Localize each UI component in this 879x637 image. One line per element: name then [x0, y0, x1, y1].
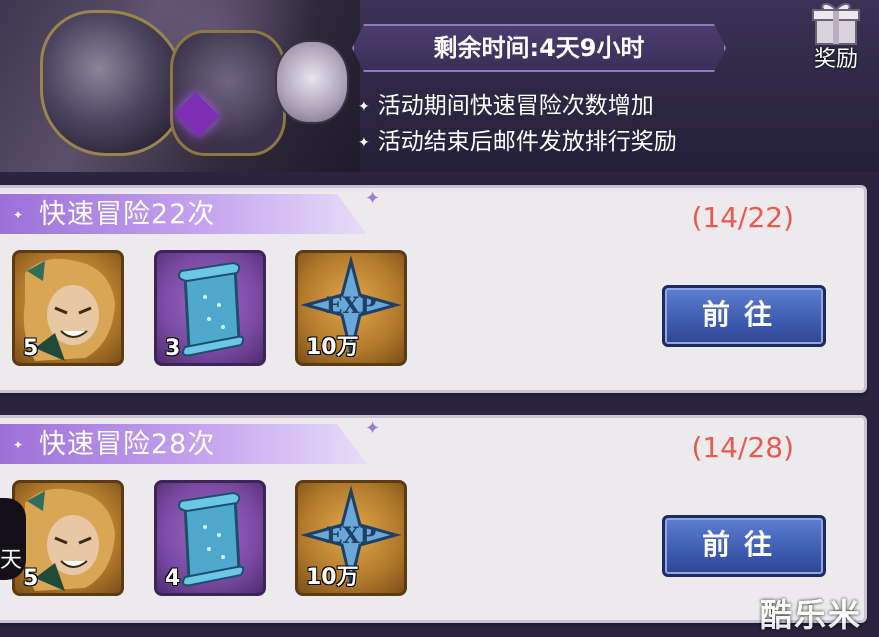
- reward-label: 奖励: [813, 47, 858, 72]
- task-title: 快速冒险28次: [39, 429, 216, 460]
- gauntlet-hand: [275, 40, 349, 124]
- task-header: ✦ 快速冒险28次: [0, 424, 367, 464]
- sparkle-icon: ✦: [358, 134, 370, 151]
- task-header: ✦ 快速冒险22次: [0, 194, 367, 234]
- item-count: 10万: [306, 565, 359, 590]
- armor-chest: [170, 30, 286, 156]
- event-banner: 剩余时间:4天9小时 奖励 ✦ 活动期间快速冒险次数增加 ✦ 活动结束后邮件发放排行…: [0, 0, 879, 172]
- svg-text:EXP: EXP: [326, 523, 376, 549]
- sparkle-icon: ✦: [365, 418, 381, 439]
- task-card: ✦ 快速冒险28次 ✦ (14/28) 5 4 EXP 10万 前往: [0, 415, 867, 623]
- event-note: ✦ 活动期间快速冒险次数增加: [358, 91, 654, 122]
- reward-item-hero[interactable]: 5: [12, 480, 124, 596]
- go-button[interactable]: 前往: [662, 515, 826, 577]
- task-progress: (14/22): [691, 201, 794, 234]
- star-icon: ✦: [13, 438, 24, 452]
- note-text: 活动期间快速冒险次数增加: [377, 93, 654, 119]
- sparkle-icon: ✦: [365, 188, 381, 209]
- go-button[interactable]: 前往: [662, 285, 826, 347]
- note-text: 活动结束后邮件发放排行奖励: [377, 129, 677, 155]
- event-note: ✦ 活动结束后邮件发放排行奖励: [358, 127, 677, 158]
- task-card: ✦ 快速冒险22次 ✦ (14/22) 5 3 EXP 10万 前往: [0, 185, 867, 393]
- item-count: 3: [165, 336, 181, 361]
- reward-item-exp[interactable]: EXP 10万: [295, 250, 407, 366]
- boss-artwork: [0, 0, 360, 172]
- task-title: 快速冒险22次: [39, 199, 216, 230]
- reward-item-scroll[interactable]: 3: [154, 250, 266, 366]
- armor-shoulder: [40, 10, 186, 156]
- sparkle-icon: ✦: [358, 98, 370, 115]
- time-remaining: 剩余时间:4天9小时: [352, 24, 726, 72]
- star-icon: ✦: [13, 208, 24, 222]
- item-count: 5: [23, 566, 39, 591]
- reward-button[interactable]: 奖励: [800, 0, 872, 80]
- reward-item-scroll[interactable]: 4: [154, 480, 266, 596]
- reward-item-exp[interactable]: EXP 10万: [295, 480, 407, 596]
- task-progress: (14/28): [691, 431, 794, 464]
- svg-text:EXP: EXP: [326, 293, 376, 319]
- reward-item-hero[interactable]: 5: [12, 250, 124, 366]
- item-count: 10万: [306, 335, 359, 360]
- gift-box-icon: [812, 3, 860, 45]
- side-tab-label: 天: [0, 548, 23, 573]
- item-count: 5: [23, 336, 39, 361]
- watermark: 酷乐米: [760, 596, 863, 634]
- item-count: 4: [165, 566, 181, 591]
